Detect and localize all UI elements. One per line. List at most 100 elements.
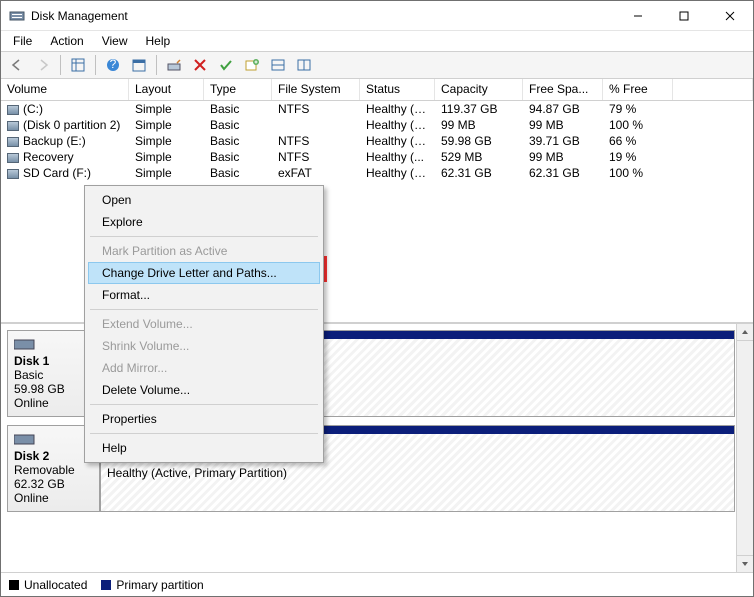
cell-filesystem: NTFS: [272, 134, 360, 148]
help-button[interactable]: ?: [101, 54, 125, 76]
svg-text:?: ?: [110, 58, 117, 71]
context-menu: Open Explore Mark Partition as Active Ch…: [84, 185, 324, 463]
volume-row[interactable]: Backup (E:)SimpleBasicNTFSHealthy (B...5…: [1, 133, 753, 149]
cell-freespace: 62.31 GB: [523, 166, 603, 180]
toolbar: ?: [1, 51, 753, 79]
menu-view[interactable]: View: [94, 32, 136, 50]
ctx-separator: [90, 309, 318, 310]
menubar: File Action View Help: [1, 31, 753, 51]
toolbar-separator: [156, 55, 157, 75]
cell-layout: Simple: [129, 150, 204, 164]
legend-unallocated: Unallocated: [9, 578, 87, 592]
col-extra[interactable]: [673, 79, 753, 100]
cell-layout: Simple: [129, 118, 204, 132]
swatch-blue: [101, 580, 111, 590]
volume-row[interactable]: (C:)SimpleBasicNTFSHealthy (B...119.37 G…: [1, 101, 753, 117]
col-volume[interactable]: Volume: [1, 79, 129, 100]
swatch-black: [9, 580, 19, 590]
toolbar-separator: [95, 55, 96, 75]
ctx-change-drive-letter[interactable]: Change Drive Letter and Paths...: [88, 262, 320, 284]
vertical-scrollbar[interactable]: [736, 324, 753, 572]
col-pctfree[interactable]: % Free: [603, 79, 673, 100]
cell-type: Basic: [204, 134, 272, 148]
col-type[interactable]: Type: [204, 79, 272, 100]
disk-name: Disk 2: [14, 449, 93, 463]
ctx-properties[interactable]: Properties: [88, 408, 320, 430]
disk-kind: Removable: [14, 463, 93, 477]
add-button[interactable]: [240, 54, 264, 76]
disk-icon: [14, 337, 36, 351]
legend: Unallocated Primary partition: [1, 572, 753, 596]
close-button[interactable]: [707, 1, 753, 31]
ctx-open[interactable]: Open: [88, 189, 320, 211]
cell-pctfree: 66 %: [603, 134, 673, 148]
cell-status: Healthy (E...: [360, 118, 435, 132]
partition-line3: Healthy (Active, Primary Partition): [107, 466, 728, 480]
menu-file[interactable]: File: [5, 32, 40, 50]
cell-pctfree: 79 %: [603, 102, 673, 116]
cell-layout: Simple: [129, 166, 204, 180]
list-header: Volume Layout Type File System Status Ca…: [1, 79, 753, 101]
toolbar-calendar-icon[interactable]: [127, 54, 151, 76]
ctx-explore[interactable]: Explore: [88, 211, 320, 233]
volume-icon: [7, 105, 19, 115]
cell-volume: (C:): [1, 102, 129, 116]
cell-status: Healthy (A...: [360, 166, 435, 180]
cell-layout: Simple: [129, 134, 204, 148]
cell-volume: Backup (E:): [1, 134, 129, 148]
ctx-add-mirror: Add Mirror...: [88, 357, 320, 379]
cell-layout: Simple: [129, 102, 204, 116]
menu-help[interactable]: Help: [138, 32, 179, 50]
ctx-help[interactable]: Help: [88, 437, 320, 459]
cell-pctfree: 100 %: [603, 166, 673, 180]
col-layout[interactable]: Layout: [129, 79, 204, 100]
disk-management-window: Disk Management File Action View Help ? …: [0, 0, 754, 597]
cell-capacity: 529 MB: [435, 150, 523, 164]
cell-status: Healthy (...: [360, 150, 435, 164]
list-body: (C:)SimpleBasicNTFSHealthy (B...119.37 G…: [1, 101, 753, 181]
col-status[interactable]: Status: [360, 79, 435, 100]
cell-filesystem: exFAT: [272, 166, 360, 180]
back-button[interactable]: [5, 54, 29, 76]
ctx-delete-volume[interactable]: Delete Volume...: [88, 379, 320, 401]
ctx-format[interactable]: Format...: [88, 284, 320, 306]
toolbar-icon-b[interactable]: [292, 54, 316, 76]
titlebar: Disk Management: [1, 1, 753, 31]
forward-button[interactable]: [31, 54, 55, 76]
cell-type: Basic: [204, 102, 272, 116]
ctx-separator: [90, 404, 318, 405]
volume-row[interactable]: RecoverySimpleBasicNTFSHealthy (...529 M…: [1, 149, 753, 165]
delete-button[interactable]: [188, 54, 212, 76]
cell-pctfree: 100 %: [603, 118, 673, 132]
toolbar-icon-a[interactable]: [266, 54, 290, 76]
cell-filesystem: NTFS: [272, 150, 360, 164]
refresh-button[interactable]: [162, 54, 186, 76]
col-freespace[interactable]: Free Spa...: [523, 79, 603, 100]
cell-pctfree: 19 %: [603, 150, 673, 164]
col-filesystem[interactable]: File System: [272, 79, 360, 100]
volume-row[interactable]: SD Card (F:)SimpleBasicexFATHealthy (A..…: [1, 165, 753, 181]
cell-capacity: 119.37 GB: [435, 102, 523, 116]
disk-state: Online: [14, 491, 93, 505]
cell-capacity: 62.31 GB: [435, 166, 523, 180]
disk-size: 62.32 GB: [14, 477, 93, 491]
cell-volume: Recovery: [1, 150, 129, 164]
view-options-button[interactable]: [66, 54, 90, 76]
col-capacity[interactable]: Capacity: [435, 79, 523, 100]
volume-row[interactable]: (Disk 0 partition 2)SimpleBasicHealthy (…: [1, 117, 753, 133]
disk-name: Disk 1: [14, 354, 93, 368]
volume-icon: [7, 137, 19, 147]
action-checkmark-button[interactable]: [214, 54, 238, 76]
minimize-button[interactable]: [615, 1, 661, 31]
menu-action[interactable]: Action: [42, 32, 91, 50]
scroll-down-button[interactable]: [737, 555, 753, 572]
scroll-up-button[interactable]: [737, 324, 753, 341]
cell-capacity: 99 MB: [435, 118, 523, 132]
cell-volume: SD Card (F:): [1, 166, 129, 180]
maximize-button[interactable]: [661, 1, 707, 31]
legend-primary: Primary partition: [101, 578, 203, 592]
cell-freespace: 99 MB: [523, 118, 603, 132]
cell-volume: (Disk 0 partition 2): [1, 118, 129, 132]
ctx-extend-volume: Extend Volume...: [88, 313, 320, 335]
cell-freespace: 99 MB: [523, 150, 603, 164]
